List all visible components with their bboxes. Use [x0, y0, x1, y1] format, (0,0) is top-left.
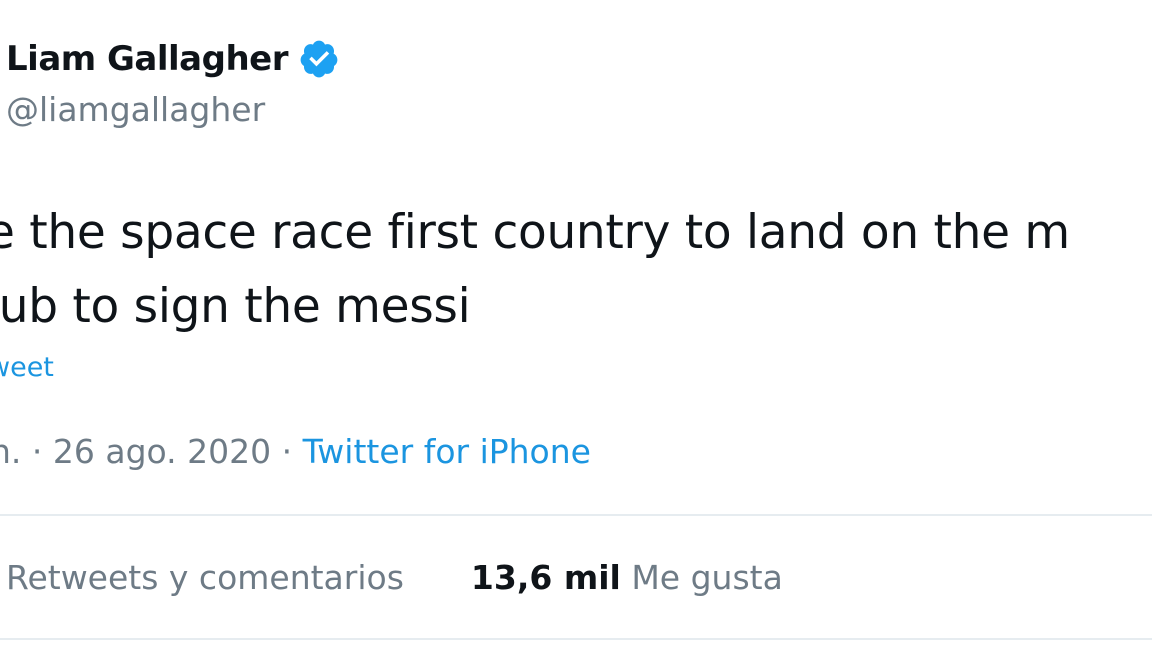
tweet-meta: n. · 26 ago. 2020 · Twitter for iPhone: [0, 432, 591, 471]
engagement-stats: Retweets y comentarios 13,6 mil Me gusta: [6, 558, 783, 597]
author-handle[interactable]: @liamgallagher: [6, 90, 265, 129]
likes-label: Me gusta: [631, 558, 783, 597]
likes-link[interactable]: 13,6 mil Me gusta: [471, 558, 783, 597]
likes-count: 13,6 mil: [470, 558, 621, 597]
tweet-time[interactable]: n.: [0, 432, 21, 471]
meta-separator: ·: [31, 432, 53, 471]
translate-tweet-link[interactable]: weet: [0, 352, 54, 383]
verified-badge-icon: [298, 38, 340, 80]
tweet-date[interactable]: 26 ago. 2020: [53, 432, 271, 471]
meta-separator: ·: [281, 432, 303, 471]
tweet-source-link[interactable]: Twitter for iPhone: [303, 432, 591, 471]
tweet-detail: Liam Gallagher @liamgallagher e the spac…: [0, 0, 1152, 648]
author-name[interactable]: Liam Gallagher: [6, 39, 289, 79]
tweet-text: e the space race first country to land o…: [0, 196, 1070, 344]
tweet-text-line: lub to sign the messi: [0, 279, 471, 334]
tweet-text-line: e the space race first country to land o…: [0, 205, 1070, 260]
author-name-row[interactable]: Liam Gallagher: [6, 38, 340, 80]
retweets-link[interactable]: Retweets y comentarios: [6, 558, 404, 597]
divider: [0, 514, 1152, 516]
divider: [0, 638, 1152, 640]
